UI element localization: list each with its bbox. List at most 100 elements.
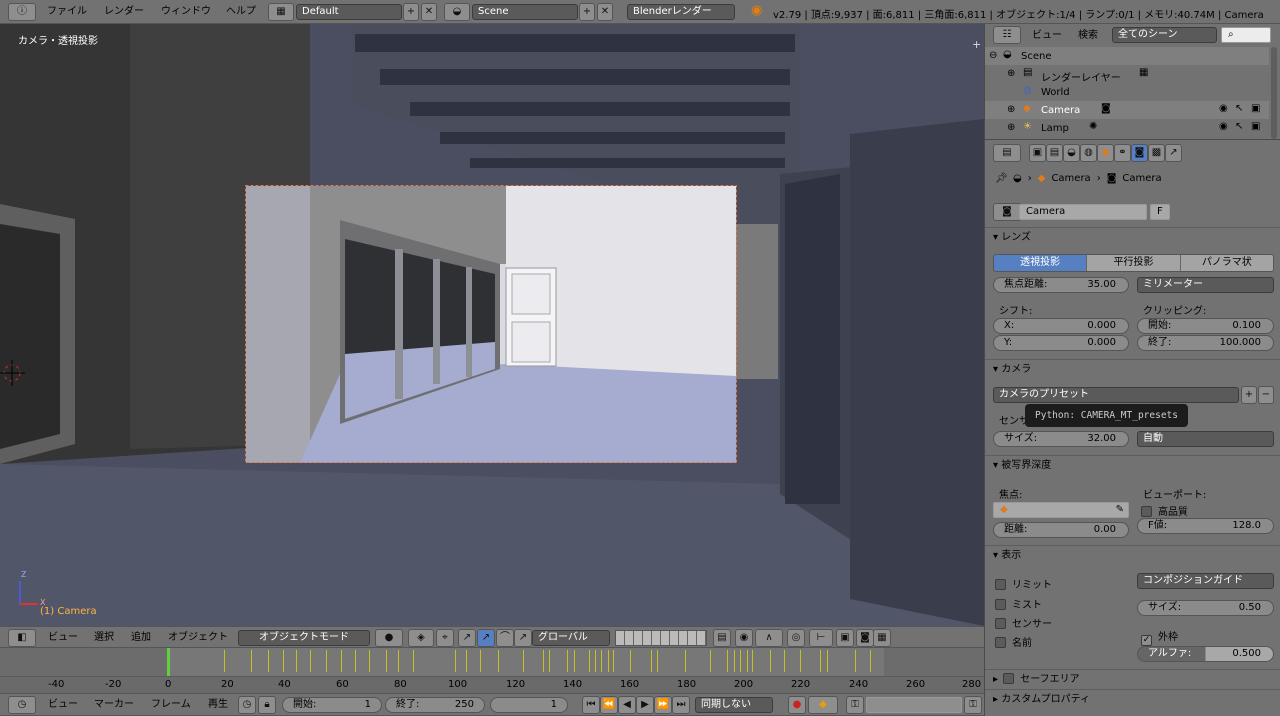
insert-key-icon[interactable]: ⚿ [846, 696, 864, 714]
3d-viewport[interactable]: カメラ・透視投影 Z X (1) Camera + [0, 24, 984, 626]
name-checkbox[interactable]: 名前 [995, 634, 1032, 649]
composition-guide-dropdown[interactable]: コンポジションガイド [1137, 573, 1274, 589]
layers-grid[interactable] [615, 630, 707, 646]
focus-object-field[interactable]: ◆ ✎ [993, 502, 1129, 518]
cursor-select-icon[interactable]: ↖ [1235, 103, 1243, 114]
current-frame-marker[interactable] [167, 648, 170, 676]
custom-props-panel-header[interactable]: ▸ カスタムプロパティ [985, 689, 1280, 709]
clip-start-field[interactable]: 開始: 0.100 [1137, 318, 1274, 334]
outliner-scrollbar[interactable] [1271, 47, 1277, 139]
area-split-icon[interactable]: + [972, 38, 981, 51]
display-panel-header[interactable]: ▾ 表示 [985, 545, 1280, 565]
dof-panel-header[interactable]: ▾ 被写界深度 [985, 455, 1280, 475]
outliner-row-render-layers[interactable]: ⊕ ▤ レンダーレイヤー ▦ [985, 65, 1269, 84]
timeline-view-menu[interactable]: ビュー [48, 697, 78, 713]
outliner-row-camera[interactable]: ⊕ ◆ Camera ◙ ◉ ↖ ▣ [985, 101, 1269, 119]
scene-close-icon[interactable]: ✕ [597, 3, 613, 21]
play-reverse-icon[interactable]: ◀ [618, 696, 636, 714]
keying-set-field[interactable] [866, 697, 962, 713]
shift-y-field[interactable]: Y: 0.000 [993, 335, 1129, 351]
camera-render-icon[interactable]: ◙ [856, 629, 874, 647]
eye-icon[interactable]: ◉ [1219, 121, 1228, 132]
pose-icon[interactable]: ⊢ [809, 629, 833, 647]
scale-icon[interactable]: ⌒ [496, 629, 514, 647]
outliner-row-scene[interactable]: ⊖ ◒ Scene [985, 47, 1269, 65]
clapper-icon[interactable]: ▦ [873, 629, 891, 647]
preset-remove-icon[interactable]: − [1258, 386, 1274, 404]
layout-add-icon[interactable]: + [403, 3, 419, 21]
focal-length-field[interactable]: 焦点距離: 35.00 [993, 277, 1129, 293]
keying-set-icon[interactable]: ◆ [808, 696, 838, 714]
shift-x-field[interactable]: X: 0.000 [993, 318, 1129, 334]
view-menu[interactable]: ビュー [48, 630, 78, 646]
preview-range-icon[interactable]: ◷ [238, 696, 256, 714]
object-menu[interactable]: オブジェクト [168, 630, 228, 646]
safe-area-panel-header[interactable]: ▸ セーフエリア [985, 669, 1280, 689]
add-menu[interactable]: 追加 [131, 630, 151, 646]
passepartout-checkbox[interactable]: ✓ 外枠 [1141, 628, 1178, 646]
shading-icon[interactable]: ● [375, 629, 403, 647]
render-camera-icon[interactable]: ▣ [1251, 103, 1260, 114]
marker-menu[interactable]: マーカー [94, 697, 134, 713]
layout-dropdown[interactable]: Default [296, 4, 402, 20]
sensor-size-field[interactable]: サイズ: 32.00 [993, 431, 1129, 447]
translate-icon[interactable]: ↗ [458, 629, 476, 647]
outliner-search-input[interactable]: ⌕ [1221, 27, 1271, 43]
playback-menu[interactable]: 再生 [208, 697, 228, 713]
datablock-icon[interactable]: ◙ [993, 203, 1021, 221]
delete-key-icon[interactable]: ⚿ [964, 696, 982, 714]
display-size-field[interactable]: サイズ: 0.50 [1137, 600, 1274, 616]
fake-user-button[interactable]: F [1150, 204, 1170, 220]
lens-panel-header[interactable]: ▾ レンズ [985, 227, 1280, 247]
info-editor-icon[interactable]: ⓘ [8, 3, 36, 21]
render-icon[interactable]: ▣ [836, 629, 854, 647]
current-frame-field[interactable]: 1 [490, 697, 568, 713]
scene-icon[interactable]: ◒ [444, 3, 470, 21]
mist-checkbox[interactable]: ミスト [995, 596, 1042, 611]
properties-editor-icon[interactable]: ▤ [993, 144, 1021, 162]
manipulator-icon[interactable]: ⌖ [436, 629, 454, 647]
outliner-editor-icon[interactable]: ☷ [993, 26, 1021, 44]
sensor-checkbox[interactable]: センサー [995, 615, 1052, 630]
preset-add-icon[interactable]: + [1241, 386, 1257, 404]
jump-end-icon[interactable]: ⏭ [672, 696, 690, 714]
select-menu[interactable]: 選択 [94, 630, 114, 646]
outliner-view-menu[interactable]: ビュー [1032, 28, 1062, 44]
prev-key-icon[interactable]: ⏪ [600, 696, 618, 714]
datablock-name-field[interactable]: Camera [1019, 204, 1147, 220]
render-engine-dropdown[interactable]: Blenderレンダー [627, 4, 735, 20]
limits-checkbox[interactable]: リミット [995, 576, 1052, 591]
frame-menu[interactable]: フレーム [151, 697, 191, 713]
timeline-editor-icon[interactable]: ◷ [8, 696, 36, 714]
focus-distance-field[interactable]: 距離: 0.00 [993, 522, 1129, 538]
scene-dropdown[interactable]: Scene [472, 4, 578, 20]
mode-dropdown[interactable]: オブジェクトモード [238, 630, 370, 646]
cursor-select-icon[interactable]: ↖ [1235, 121, 1243, 132]
menu-window[interactable]: ウィンドウ [161, 4, 211, 20]
layout-close-icon[interactable]: ✕ [421, 3, 437, 21]
alpha-field[interactable]: アルファ: 0.500 [1137, 646, 1274, 662]
outliner-row-lamp[interactable]: ⊕ ☀ Lamp ✺ ◉ ↖ ▣ [985, 119, 1269, 137]
end-frame-field[interactable]: 終了: 250 [385, 697, 485, 713]
menu-render[interactable]: レンダー [104, 4, 144, 20]
jump-start-icon[interactable]: ⏮ [582, 696, 600, 714]
sensor-fit-dropdown[interactable]: 自動 [1137, 431, 1274, 447]
outliner-row-world[interactable]: ◍ World [985, 83, 1269, 101]
start-frame-field[interactable]: 開始: 1 [282, 697, 382, 713]
eye-icon[interactable]: ◉ [1219, 103, 1228, 114]
next-key-icon[interactable]: ⏩ [654, 696, 672, 714]
lens-type-buttons[interactable]: 透視投影 平行投影 パノラマ状 [993, 254, 1274, 272]
snap-icon[interactable]: ◉ [735, 629, 753, 647]
camera-panel-header[interactable]: ▾ カメラ [985, 359, 1280, 379]
outliner-search-menu[interactable]: 検索 [1078, 28, 1098, 44]
high-quality-checkbox[interactable]: 高品質 [1141, 503, 1188, 518]
fstop-field[interactable]: F値: 128.0 [1137, 518, 1274, 534]
transform-icon[interactable]: ↗ [514, 629, 532, 647]
editor-type-icon[interactable]: ◧ [8, 629, 36, 647]
rotate-icon[interactable]: ↗ [477, 629, 495, 647]
scene-add-icon[interactable]: + [579, 3, 595, 21]
menu-file[interactable]: ファイル [47, 4, 87, 20]
timeline-area[interactable]: -40 -20 0 20 40 60 80 100 120 140 160 18… [0, 648, 984, 693]
pin-icon[interactable]: 📌︎ [995, 173, 1008, 184]
lock-icon[interactable]: 🔒︎ [258, 696, 276, 714]
